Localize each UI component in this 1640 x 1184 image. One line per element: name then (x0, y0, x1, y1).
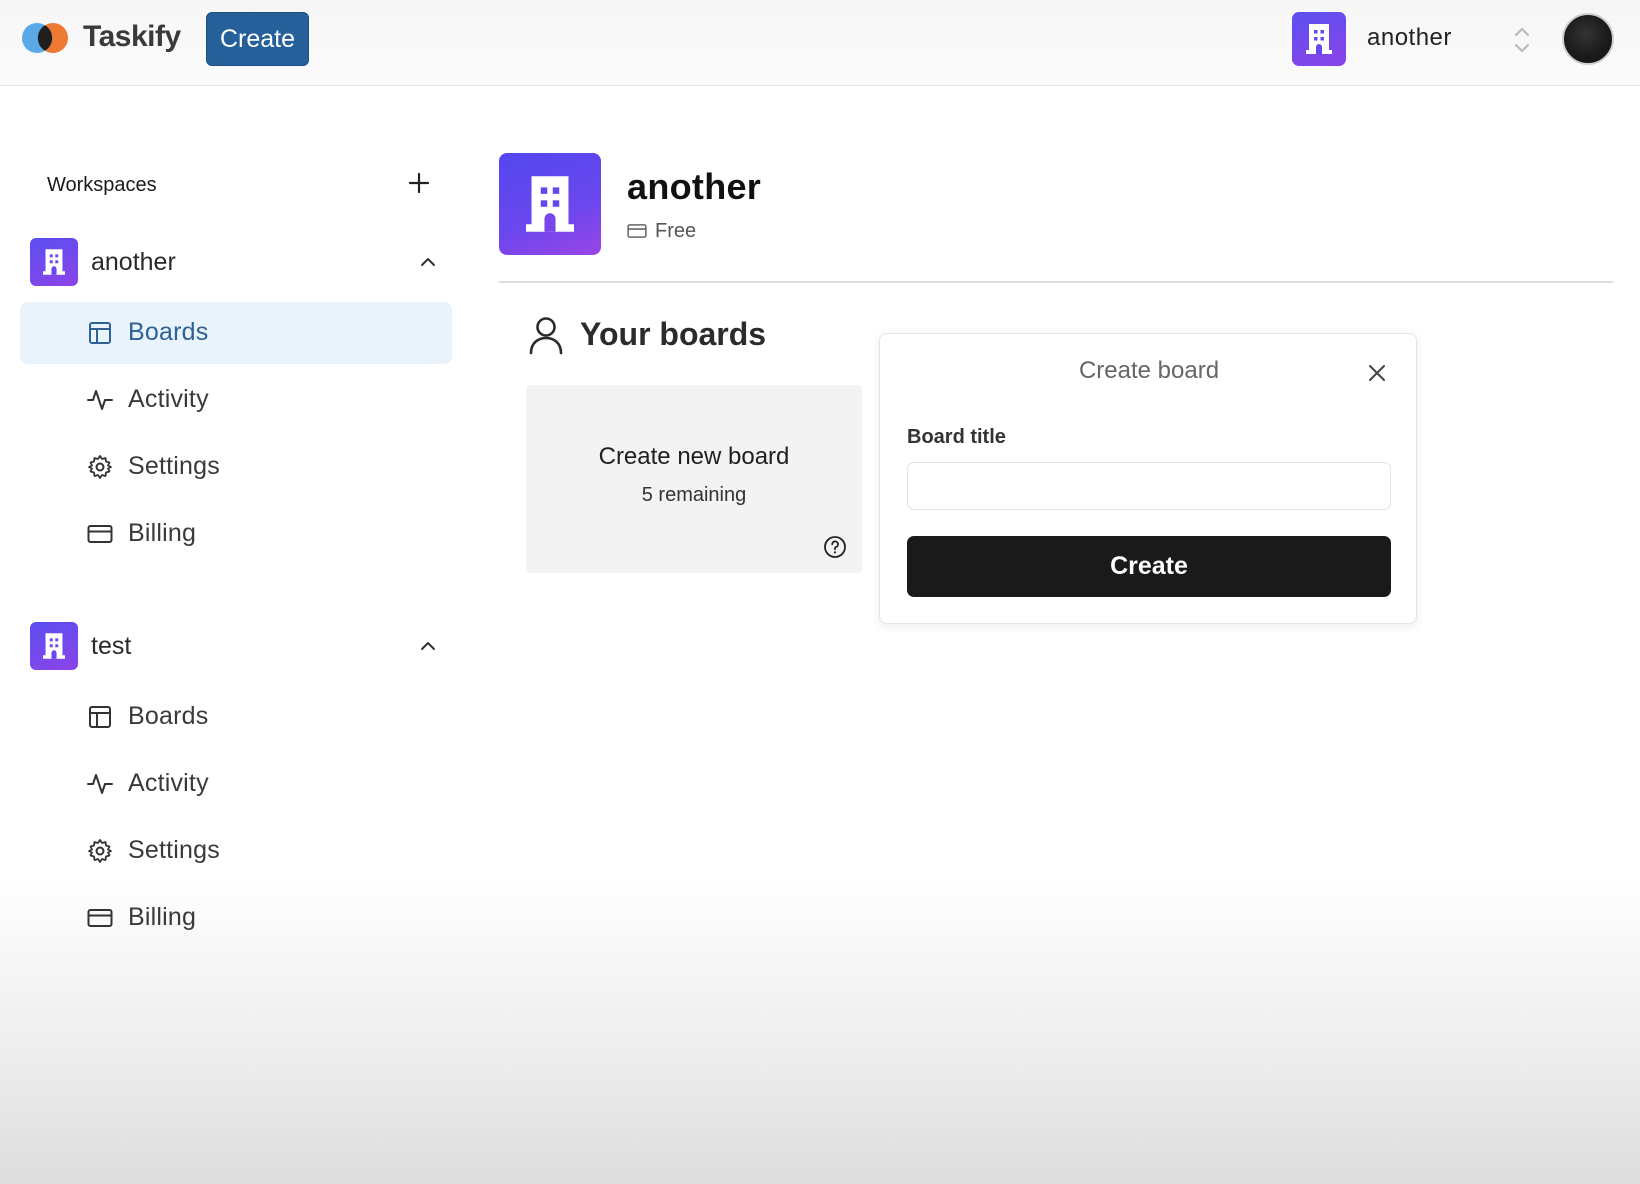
boards-remaining-count: 5 remaining (641, 484, 747, 506)
activity-icon (87, 774, 113, 794)
board-title-label: Board title (907, 426, 1006, 448)
create-board-submit-button[interactable]: Create (907, 536, 1391, 597)
workspace-name: test (91, 632, 132, 660)
layout-icon (89, 322, 111, 344)
top-navbar: Taskify Create another (0, 0, 1640, 86)
credit-card-icon (627, 224, 647, 238)
close-icon[interactable] (1366, 362, 1388, 384)
organization-switcher[interactable]: another (1292, 12, 1532, 66)
credit-card-icon (87, 525, 113, 543)
sidebar-item-billing[interactable]: Billing (20, 887, 452, 949)
sidebar-item-boards[interactable]: Boards (20, 686, 452, 748)
user-avatar[interactable] (1562, 13, 1614, 65)
sidebar-item-boards[interactable]: Boards (20, 302, 452, 364)
workspaces-heading: Workspaces (47, 174, 157, 196)
gear-icon (88, 455, 112, 479)
building-icon (526, 176, 574, 232)
create-new-board-title: Create new board (598, 443, 790, 470)
organization-switcher-name: another (1367, 24, 1452, 51)
create-new-board-card[interactable]: Create new board 5 remaining (526, 385, 862, 573)
workspace-name: another (91, 248, 176, 276)
sidebar-item-settings[interactable]: Settings (20, 820, 452, 882)
sidebar-item-billing[interactable]: Billing (20, 503, 452, 565)
sidebar-item-activity[interactable]: Activity (20, 753, 452, 815)
sidebar-item-label: Settings (128, 836, 220, 864)
user-icon (529, 317, 563, 355)
workspace-logo (499, 153, 601, 255)
workspace-title: another (627, 166, 762, 207)
workspace-toggle-another[interactable]: another (30, 238, 450, 286)
activity-icon (87, 390, 113, 410)
brand-name[interactable]: Taskify (83, 20, 181, 54)
help-circle-icon[interactable] (823, 535, 847, 559)
sidebar-item-label: Activity (128, 385, 209, 413)
taskify-logo-icon[interactable] (21, 20, 71, 56)
sidebar: Workspaces another Boards Activity Setti… (0, 86, 470, 1184)
sidebar-item-label: Boards (128, 702, 209, 730)
sidebar-item-label: Settings (128, 452, 220, 480)
sidebar-item-settings[interactable]: Settings (20, 436, 452, 498)
layout-icon (89, 706, 111, 728)
sidebar-item-label: Boards (128, 318, 209, 346)
chevron-up-icon (421, 258, 435, 266)
chevrons-up-down-icon (1514, 27, 1530, 53)
sidebar-item-label: Activity (128, 769, 209, 797)
create-button[interactable]: Create (206, 12, 309, 66)
gear-icon (88, 839, 112, 863)
add-workspace-plus-icon[interactable] (404, 168, 434, 198)
workspace-toggle-test[interactable]: test (30, 622, 450, 670)
board-title-input[interactable] (907, 462, 1391, 510)
chevron-up-icon (421, 642, 435, 650)
sidebar-item-label: Billing (128, 903, 197, 931)
sidebar-item-activity[interactable]: Activity (20, 369, 452, 431)
popover-title: Create board (1078, 357, 1220, 384)
header-divider (499, 281, 1613, 283)
building-icon (1306, 24, 1332, 54)
your-boards-heading: Your boards (580, 316, 767, 352)
building-icon (43, 249, 65, 275)
plan-badge: Free (627, 218, 696, 244)
workspace-avatar (30, 622, 78, 670)
plan-label: Free (655, 219, 697, 242)
workspace-avatar (30, 238, 78, 286)
organization-avatar (1292, 12, 1346, 66)
building-icon (43, 633, 65, 659)
credit-card-icon (87, 909, 113, 927)
sidebar-item-label: Billing (128, 519, 197, 547)
create-board-popover: Create board Board title Create (879, 333, 1417, 624)
